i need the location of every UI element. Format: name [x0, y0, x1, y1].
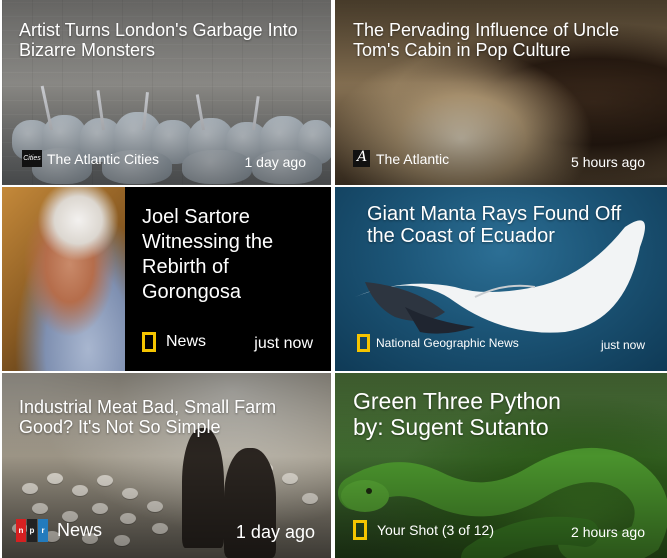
npr-logo-icon: npr	[16, 519, 49, 542]
article-source: The Atlantic Cities	[47, 150, 160, 167]
article-time: 1 day ago	[244, 154, 307, 170]
article-title: The Pervading Influence of Uncle Tom's C…	[353, 20, 620, 61]
article-card-green-tree-python[interactable]: Green Three Python by: Sugent Sutanto Yo…	[335, 373, 667, 558]
article-title: Giant Manta Rays Found Off the Coast of …	[367, 203, 622, 248]
article-card-manta-rays[interactable]: Giant Manta Rays Found Off the Coast of …	[335, 187, 667, 371]
national-geographic-logo-icon	[142, 332, 156, 352]
article-time: just now	[254, 335, 313, 352]
article-card-london-garbage[interactable]: Artist Turns London's Garbage Into Bizar…	[2, 0, 331, 185]
article-time: 5 hours ago	[571, 154, 645, 170]
article-source: The Atlantic	[376, 150, 450, 167]
article-time: 2 hours ago	[571, 524, 645, 540]
national-geographic-logo-icon	[357, 334, 370, 352]
the-atlantic-logo-icon	[353, 149, 370, 167]
article-time: 1 day ago	[235, 522, 315, 542]
article-source: News	[166, 333, 207, 350]
article-card-joel-sartore[interactable]: Joel Sartore Witnessing the Rebirth of G…	[2, 187, 331, 371]
national-geographic-logo-icon	[353, 520, 367, 540]
article-source: News	[57, 520, 103, 540]
article-time: just now	[600, 338, 645, 352]
article-title: Artist Turns London's Garbage Into Bizar…	[19, 20, 298, 61]
article-card-uncle-toms-cabin[interactable]: The Pervading Influence of Uncle Tom's C…	[335, 0, 667, 185]
the-atlantic-cities-logo-icon: Cities	[22, 150, 42, 167]
article-title: Industrial Meat Bad, Small Farm Good? It…	[19, 397, 277, 438]
article-title: Green Three Python by: Sugent Sutanto	[353, 388, 561, 440]
article-card-industrial-meat[interactable]: Industrial Meat Bad, Small Farm Good? It…	[2, 373, 331, 558]
article-source: Your Shot (3 of 12)	[377, 522, 495, 538]
article-image	[2, 187, 125, 371]
article-title: Joel Sartore Witnessing the Rebirth of G…	[142, 206, 274, 303]
article-source: National Geographic News	[376, 336, 519, 350]
